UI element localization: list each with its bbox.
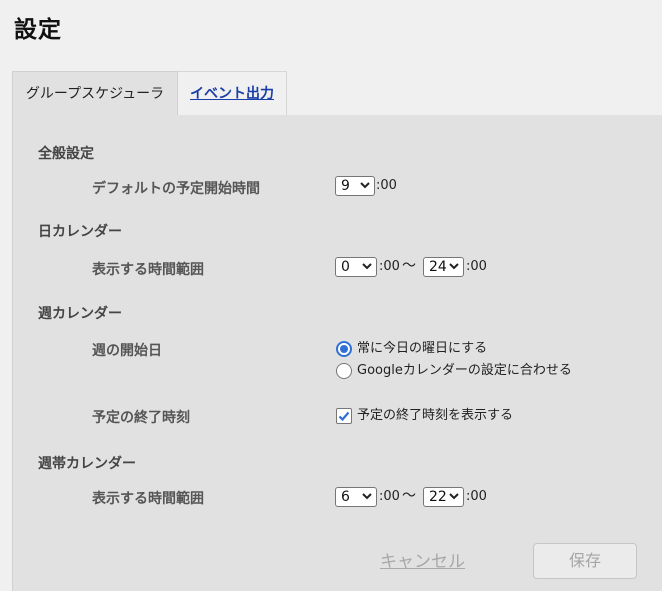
- checkmark-icon: [338, 411, 350, 422]
- day-range-to-value: 24: [429, 259, 447, 275]
- day-range-to-select[interactable]: 24: [423, 257, 464, 277]
- section-heading-week-band-calendar: 週帯カレンダー: [38, 456, 136, 472]
- chevron-down-icon: [362, 263, 372, 270]
- day-range-from-select[interactable]: 0: [335, 257, 377, 277]
- week-band-range-to-select[interactable]: 22: [423, 487, 464, 507]
- day-range-separator: 〜: [402, 258, 416, 274]
- week-band-range-from-suffix: :00: [379, 489, 400, 504]
- tab-group-scheduler[interactable]: グループスケジューラ: [12, 71, 178, 116]
- page-title: 設定: [14, 17, 62, 43]
- week-band-range-separator: 〜: [402, 488, 416, 504]
- default-start-time-label: デフォルトの予定開始時間: [92, 181, 260, 197]
- day-range-to-suffix: :00: [466, 259, 487, 274]
- day-range-from-value: 0: [341, 259, 350, 275]
- default-start-hour-value: 9: [341, 178, 350, 194]
- tab-event-export[interactable]: イベント出力: [178, 71, 287, 116]
- default-start-hour-select[interactable]: 9: [335, 176, 375, 196]
- day-range-from-suffix: :00: [379, 259, 400, 274]
- save-button[interactable]: 保存: [533, 543, 637, 579]
- section-heading-week-calendar: 週カレンダー: [38, 306, 122, 322]
- day-range-label: 表示する時間範囲: [92, 262, 204, 278]
- radio-google-setting-label: Googleカレンダーの設定に合わせる: [357, 363, 572, 378]
- show-end-time-checkbox[interactable]: [336, 408, 352, 424]
- week-band-range-to-value: 22: [429, 489, 447, 505]
- section-heading-day-calendar: 日カレンダー: [38, 224, 122, 240]
- radio-google-setting[interactable]: [336, 363, 352, 379]
- end-time-label: 予定の終了時刻: [92, 410, 190, 426]
- week-band-range-from-value: 6: [341, 489, 350, 505]
- chevron-down-icon: [360, 182, 370, 189]
- settings-panel: 全般設定 デフォルトの予定開始時間 9 :00 日カレンダー 表示する時間範囲 …: [12, 115, 662, 591]
- radio-today-weekday-label: 常に今日の曜日にする: [357, 341, 488, 356]
- cancel-button[interactable]: キャンセル: [380, 547, 465, 572]
- default-start-suffix: :00: [376, 178, 397, 193]
- week-start-day-label: 週の開始日: [92, 343, 162, 359]
- chevron-down-icon: [449, 493, 459, 500]
- week-band-range-to-suffix: :00: [466, 489, 487, 504]
- chevron-down-icon: [449, 263, 459, 270]
- show-end-time-checkbox-label: 予定の終了時刻を表示する: [357, 408, 514, 423]
- radio-selected-dot: [340, 345, 348, 353]
- week-band-range-label: 表示する時間範囲: [92, 491, 204, 507]
- radio-today-weekday[interactable]: [336, 341, 352, 357]
- week-band-range-from-select[interactable]: 6: [335, 487, 377, 507]
- section-heading-general: 全般設定: [38, 146, 94, 162]
- chevron-down-icon: [362, 493, 372, 500]
